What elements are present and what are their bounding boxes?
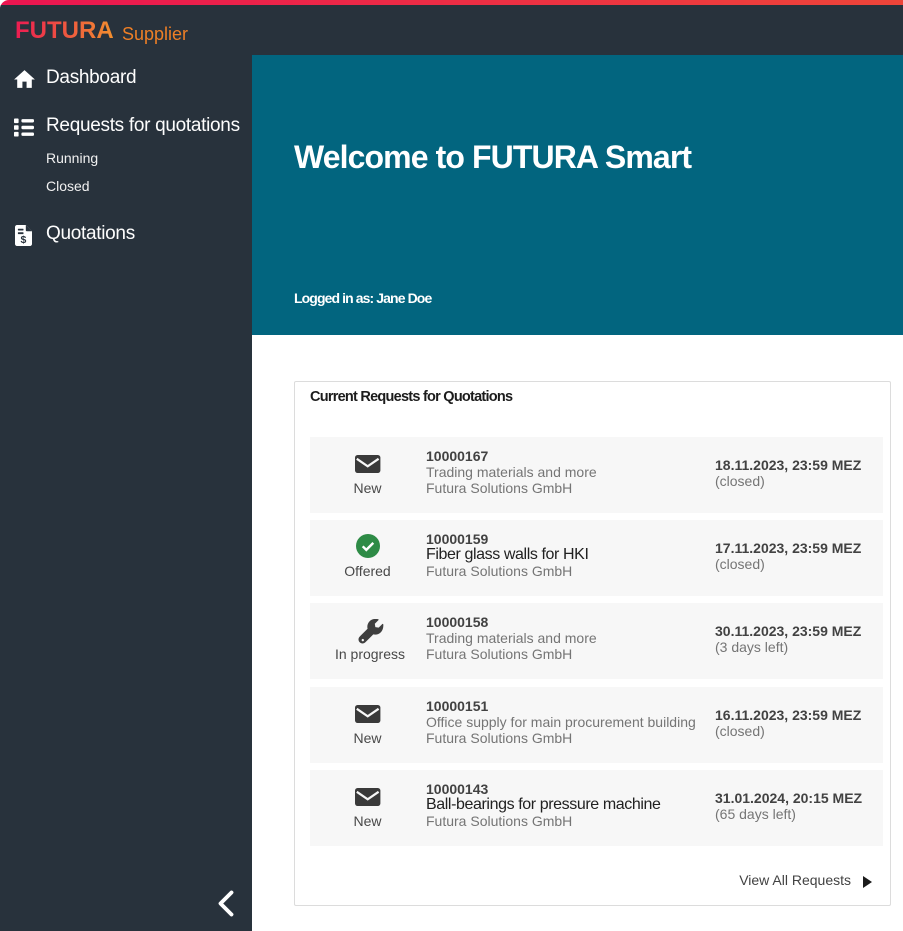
svg-text:$: $ [20,234,26,246]
